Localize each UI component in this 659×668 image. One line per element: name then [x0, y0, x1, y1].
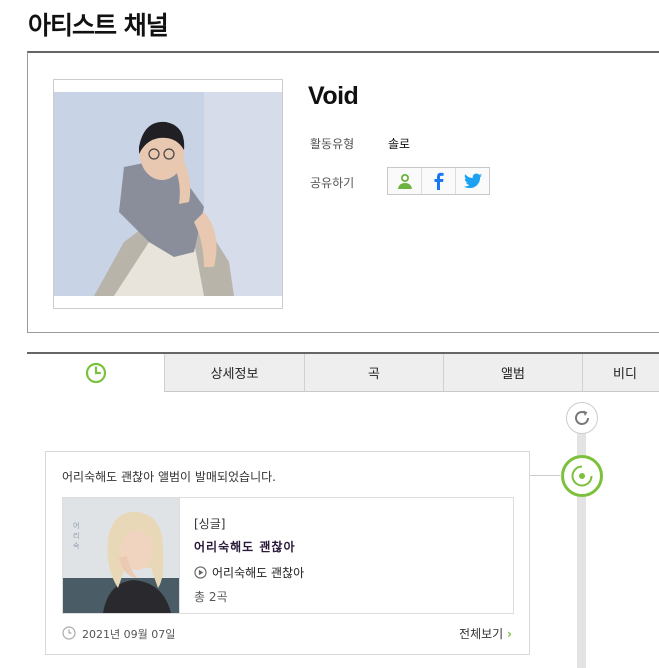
clock-icon — [85, 362, 106, 384]
card-footer: 2021년 09월 07일 전체보기 › — [62, 624, 512, 642]
album-release-icon — [571, 465, 593, 487]
view-all-label[interactable]: 전체보기 — [459, 627, 503, 641]
tab-songs[interactable]: 곡 — [304, 354, 443, 392]
facebook-share-button[interactable] — [422, 168, 456, 194]
chevron-right-icon: › — [507, 627, 512, 641]
track-play-row[interactable]: 어리숙해도 괜찮아 — [194, 564, 304, 581]
timeline-card: 어리숙해도 괜찮아 앨범이 발매되었습니다. 어 리 숙 [싱글] 어리숙해도 … — [45, 451, 530, 655]
share-label: 공유하기 — [310, 176, 355, 190]
refresh-button[interactable] — [566, 402, 598, 434]
twitter-icon — [463, 173, 482, 189]
artist-photo[interactable] — [53, 79, 283, 309]
album-item[interactable]: 어 리 숙 [싱글] 어리숙해도 괜찮아 어리숙해도 괜찮아 총 2곡 — [62, 497, 514, 614]
tab-timeline[interactable] — [27, 354, 164, 392]
tab-details[interactable]: 상세정보 — [164, 354, 304, 392]
svg-text:숙: 숙 — [73, 542, 80, 550]
tab-videos[interactable]: 비디 — [582, 354, 659, 392]
page-title: 아티스트 채널 — [28, 11, 169, 40]
album-cover-image: 어 리 숙 — [63, 498, 179, 613]
event-text: 어리숙해도 괜찮아 앨범이 발매되었습니다. — [62, 470, 276, 484]
tab-albums[interactable]: 앨범 — [443, 354, 582, 392]
clock-icon — [62, 626, 76, 640]
artist-name: Void — [308, 82, 359, 110]
facebook-icon — [434, 172, 444, 190]
refresh-icon — [575, 410, 589, 425]
album-type: [싱글] — [194, 517, 226, 531]
kakao-icon — [397, 174, 412, 189]
release-date: 2021년 09월 07일 — [82, 628, 176, 641]
activity-type-value: 솔로 — [388, 137, 411, 151]
tab-bar: 상세정보 곡 앨범 비디 — [27, 352, 659, 392]
artist-profile-box: Void 활동유형 솔로 공유하기 — [27, 51, 659, 333]
activity-type-label: 활동유형 — [310, 137, 355, 151]
timeline-node — [561, 455, 603, 497]
album-title[interactable]: 어리숙해도 괜찮아 — [194, 538, 296, 555]
twitter-share-button[interactable] — [456, 168, 489, 194]
kakao-share-button[interactable] — [388, 168, 422, 194]
timeline-connector — [529, 475, 562, 476]
artist-photo-image — [54, 92, 282, 296]
album-cover[interactable]: 어 리 숙 — [63, 498, 180, 613]
view-all-link[interactable]: 전체보기 › — [459, 625, 512, 642]
play-icon[interactable] — [194, 566, 207, 579]
svg-text:어: 어 — [73, 521, 79, 530]
track-count: 총 2곡 — [194, 590, 228, 604]
share-buttons — [387, 167, 490, 195]
track-title[interactable]: 어리숙해도 괜찮아 — [212, 564, 304, 581]
svg-text:리: 리 — [73, 531, 79, 540]
